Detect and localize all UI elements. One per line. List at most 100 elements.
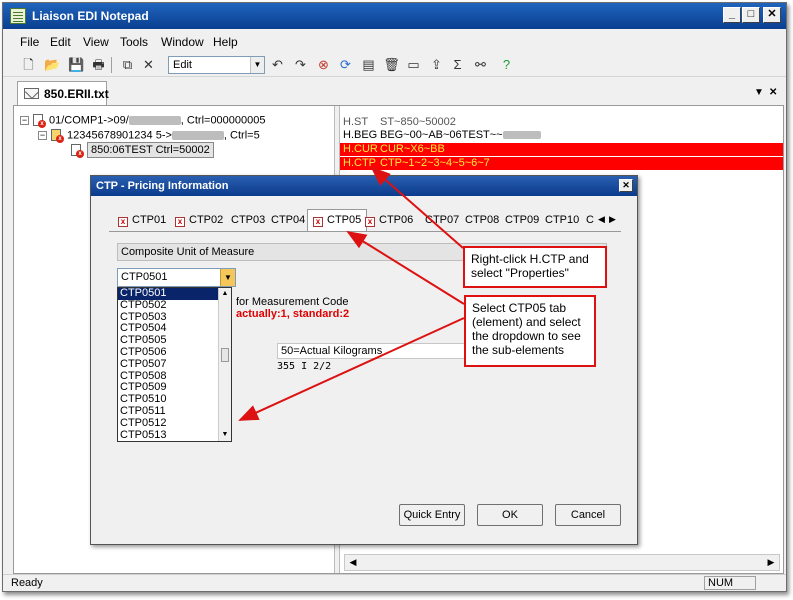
segment-row[interactable]: H.ST ST~850~50002 bbox=[340, 116, 783, 129]
document-tabs: 850.ERII.txt ▼ ✕ bbox=[3, 79, 786, 105]
menu-edit[interactable]: Edit bbox=[50, 35, 71, 49]
segment-id: H.CTP bbox=[343, 157, 376, 169]
sigma-icon[interactable]: Σ bbox=[449, 56, 466, 73]
scroll-down-icon[interactable]: ▼ bbox=[219, 429, 231, 441]
open-folder-icon[interactable]: 📂 bbox=[44, 56, 61, 73]
sub-element-dropdown[interactable]: CTP0501 ▼ bbox=[117, 268, 236, 287]
window-icon[interactable]: ▭ bbox=[405, 56, 422, 73]
list-item[interactable]: CTP0511 bbox=[118, 405, 231, 418]
tab-ctp07[interactable]: CTP07 bbox=[425, 211, 459, 231]
list-item[interactable]: CTP0507 bbox=[118, 358, 231, 371]
tab-scroll-right-icon[interactable]: ▶ bbox=[609, 211, 616, 231]
menu-window[interactable]: Window bbox=[161, 35, 204, 49]
error-x-icon: x bbox=[365, 217, 375, 227]
dialog-close-icon[interactable]: ✕ bbox=[619, 179, 633, 192]
tab-ctp01[interactable]: x CTP01 bbox=[118, 211, 166, 231]
num-lock-indicator: NUM bbox=[704, 576, 756, 590]
scroll-right-icon[interactable]: ▶ bbox=[763, 555, 779, 570]
title-bar: Liaison EDI Notepad _ □ ✕ bbox=[3, 3, 786, 29]
segment-row-error[interactable]: H.CUR CUR~X6~BB bbox=[340, 143, 783, 156]
copy-icon[interactable]: ⧉ bbox=[119, 56, 136, 73]
tab-list-icon[interactable]: ▼ bbox=[754, 87, 764, 98]
new-file-icon[interactable]: 🗋 bbox=[20, 56, 37, 73]
tree-label: , Ctrl=5 bbox=[223, 129, 260, 142]
measurement-code-label: for Measurement Code bbox=[236, 296, 349, 308]
tree-node-group[interactable]: − x 12345678901234 5-> , Ctrl=5 bbox=[38, 129, 260, 143]
tab-scroll-left-icon[interactable]: ◀ bbox=[598, 211, 605, 231]
menu-help[interactable]: Help bbox=[213, 35, 238, 49]
segment-value: BEG~00~AB~06TEST~~ bbox=[380, 129, 541, 141]
delete-x-icon[interactable]: ✕ bbox=[140, 56, 157, 73]
tab-ctp09[interactable]: CTP09 bbox=[505, 211, 539, 231]
error-x-icon: x bbox=[175, 217, 185, 227]
list-item[interactable]: CTP0512 bbox=[118, 417, 231, 430]
menu-view[interactable]: View bbox=[83, 35, 109, 49]
help-icon[interactable]: ? bbox=[498, 56, 515, 73]
minimize-button[interactable]: _ bbox=[723, 7, 741, 23]
maximize-button[interactable]: □ bbox=[742, 7, 760, 23]
collapse-icon[interactable]: − bbox=[38, 131, 47, 140]
list-item[interactable]: CTP0502 bbox=[118, 299, 231, 312]
undo-icon[interactable]: ↶ bbox=[269, 56, 286, 73]
chevron-down-icon[interactable]: ▼ bbox=[250, 57, 264, 73]
collapse-icon[interactable]: − bbox=[20, 116, 29, 125]
segment-value: CTP~1~2~3~4~5~6~7 bbox=[380, 157, 490, 169]
tab-ctp04[interactable]: CTP04 bbox=[271, 211, 305, 231]
element-tabs: x CTP01 x CTP02 CTP03 CTP04 x CTP05 x CTP06 … bbox=[111, 209, 621, 231]
segment-row[interactable]: H.BEG BEG~00~AB~06TEST~~ bbox=[340, 129, 783, 142]
segment-value: CUR~X6~BB bbox=[380, 143, 445, 155]
export-icon[interactable]: ⇪ bbox=[428, 56, 445, 73]
horizontal-scrollbar[interactable]: ◀ ▶ bbox=[344, 554, 780, 571]
ok-button[interactable]: OK bbox=[477, 504, 543, 526]
tab-ctp05[interactable]: x CTP05 bbox=[307, 209, 368, 231]
tab-ctp06[interactable]: x CTP06 bbox=[365, 211, 413, 231]
edit-mode-combo[interactable]: Edit ▼ bbox=[168, 56, 265, 74]
notepad-icon bbox=[10, 8, 26, 24]
tree-node-transaction[interactable]: x 850:06TEST Ctrl=50002 bbox=[70, 142, 214, 159]
dropdown-list: CTP0501 CTP0502 CTP0503 CTP0504 CTP0505 … bbox=[117, 287, 232, 442]
trash-icon[interactable]: 🗑 bbox=[383, 56, 400, 73]
list-item[interactable]: CTP0513 bbox=[118, 429, 231, 441]
cancel-button[interactable]: Cancel bbox=[555, 504, 621, 526]
redo-icon[interactable]: ↷ bbox=[292, 56, 309, 73]
menu-file[interactable]: File bbox=[20, 35, 39, 49]
envelope-icon bbox=[24, 88, 39, 99]
menu-bar: File Edit View Tools Window Help bbox=[3, 32, 786, 52]
element-value-field[interactable]: 50=Actual Kilograms bbox=[277, 343, 467, 359]
stop-icon[interactable]: ⊗ bbox=[315, 56, 332, 73]
close-button[interactable]: ✕ bbox=[763, 7, 781, 23]
tree-node-interchange[interactable]: − x 01/COMP1->09/ , Ctrl=000000005 bbox=[20, 114, 266, 128]
callout-right-click: Right-click H.CTP and select "Properties… bbox=[463, 246, 607, 288]
list-item[interactable]: CTP0506 bbox=[118, 346, 231, 359]
binoculars-icon[interactable]: ⚯ bbox=[472, 56, 489, 73]
window-title: Liaison EDI Notepad bbox=[32, 9, 149, 23]
tree-label: 01/COMP1->09/ bbox=[49, 114, 129, 127]
tab-document[interactable]: 850.ERII.txt bbox=[17, 81, 109, 105]
tab-ctp02[interactable]: x CTP02 bbox=[175, 211, 223, 231]
tree-label: 12345678901234 5-> bbox=[67, 129, 172, 142]
refresh-icon[interactable]: ⟳ bbox=[337, 56, 354, 73]
segment-id: H.ST bbox=[343, 116, 369, 128]
save-icon[interactable]: 💾 bbox=[68, 56, 85, 73]
tab-close-icon[interactable]: ✕ bbox=[769, 87, 777, 98]
scroll-left-icon[interactable]: ◀ bbox=[345, 555, 361, 570]
dropdown-value: CTP0501 bbox=[121, 271, 168, 283]
segment-row-error[interactable]: H.CTP CTP~1~2~3~4~5~6~7 bbox=[340, 157, 783, 170]
error-x-icon: x bbox=[313, 217, 323, 227]
segment-value: ST~850~50002 bbox=[380, 116, 456, 128]
group-error-icon: x bbox=[50, 129, 64, 143]
callout-select-tab: Select CTP05 tab (element) and select th… bbox=[464, 295, 596, 367]
print-icon[interactable]: 🖶 bbox=[90, 56, 107, 73]
dropdown-scrollbar[interactable]: ▲ ▼ bbox=[218, 288, 231, 441]
tab-more[interactable]: C bbox=[586, 211, 594, 231]
quick-entry-button[interactable]: Quick Entry bbox=[399, 504, 465, 526]
tab-ctp03[interactable]: CTP03 bbox=[231, 211, 265, 231]
scroll-thumb[interactable] bbox=[221, 348, 229, 362]
document-icon[interactable]: ▤ bbox=[360, 56, 377, 73]
tab-ctp08[interactable]: CTP08 bbox=[465, 211, 499, 231]
menu-tools[interactable]: Tools bbox=[120, 35, 148, 49]
scroll-up-icon[interactable]: ▲ bbox=[219, 288, 231, 300]
tab-ctp10[interactable]: CTP10 bbox=[545, 211, 579, 231]
document-tab-label: 850.ERII.txt bbox=[44, 87, 109, 101]
chevron-down-icon[interactable]: ▼ bbox=[220, 269, 235, 286]
